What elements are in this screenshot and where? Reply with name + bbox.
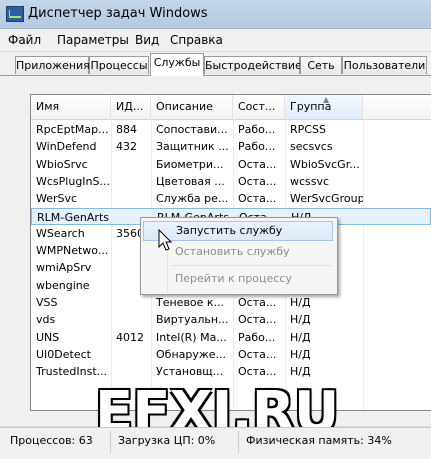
cell-group: Н/Д [290,365,311,379]
cell-state: Оста... [238,157,277,171]
cell-group: WbioSvcGr... [290,157,360,171]
cell-name: vds [36,313,56,327]
menu-bar: Файл Параметры Вид Справка [0,29,431,52]
cell-state: Оста... [238,174,277,188]
cell-state: Рабо... [238,123,276,136]
cell-pid [111,346,151,363]
cell-state: Рабо... [238,330,276,344]
status-divider [238,431,239,453]
tab-applications[interactable]: Приложения [15,56,90,74]
cell-desc: Защитник ... [156,140,229,154]
cell-pid [111,294,151,311]
cell-name: UNS [36,330,60,344]
cell-group: Н/Д [290,347,311,361]
cell-name: wbengine [36,278,90,292]
column-header: Имя ИД... Описание Сост... Группа ▲ [31,95,431,120]
window-title: Диспетчер задач Windows [28,6,208,21]
table-row[interactable]: VSS Теневое к... Оста... Н/Д [31,294,431,311]
cell-state: Оста... [238,192,277,206]
cell-group: WerSvcGroup [290,192,363,206]
cell-name: RpcEptMap... [36,123,109,136]
cell-desc: Биометри... [156,157,224,171]
table-row[interactable]: TrustedInst... Установщ... Оста... Н/Д [31,363,431,380]
cell-state: Оста... [238,313,277,327]
menu-options[interactable]: Параметры [57,33,129,47]
cell-group: secsvcs [290,140,333,154]
column-state[interactable]: Сост... [233,95,285,119]
cell-name: RLM-GenArts [37,210,109,224]
table-row[interactable]: WinDefend 432 Защитник ... Рабо... secsvcs [31,138,431,155]
table-row[interactable]: UNS 4012 Intel(R) Ma... Рабо... Н/Д [31,329,431,346]
status-divider [110,431,111,453]
cell-desc: Обнаруже... [156,347,227,361]
column-group[interactable]: Группа ▲ [285,95,363,119]
status-processes: Процессов: 63 [10,434,93,447]
tab-strip: Приложения Процессы Службы Быстродействи… [0,52,431,76]
cell-pid [111,311,151,328]
tab-processes[interactable]: Процессы [89,56,149,74]
cell-desc: Установщ... [156,365,224,379]
cell-pid [111,363,151,380]
tab-users[interactable]: Пользователи [342,56,427,74]
table-row[interactable]: WcsPlugInS... Цветовая ... Оста... wcssvc [31,173,431,190]
sort-ascending-icon: ▲ [323,95,330,104]
cell-pid: 432 [116,140,137,154]
cell-state: Оста... [238,347,277,361]
cell-state: Оста... [238,365,277,379]
title-bar: Диспетчер задач Windows [0,0,431,29]
cell-name: TrustedInst... [36,365,108,379]
column-pid[interactable]: ИД... [111,95,151,119]
cell-name: WcsPlugInS... [36,174,110,188]
cell-name: WSearch [36,226,85,240]
cell-pid [111,173,151,190]
mouse-cursor-icon [158,229,173,251]
cell-name: WMPNetwo... [36,244,109,258]
cell-state: Рабо... [238,140,276,154]
menu-file[interactable]: Файл [8,33,41,47]
cell-pid: 884 [116,123,137,136]
table-row[interactable]: RpcEptMap... 884 Сопостави... Рабо... RPCSS [31,121,431,138]
menu-item-go-to-process[interactable]: Перейти к процессу [143,269,333,289]
tab-performance[interactable]: Быстродействие [204,56,302,74]
cell-group: Н/Д [290,330,311,344]
cell-name: VSS [36,296,58,309]
tab-network[interactable]: Сеть [300,56,342,74]
column-name[interactable]: Имя [31,95,111,119]
cell-pid [111,190,151,207]
cell-group: Н/Д [290,313,311,327]
table-row[interactable]: UI0Detect Обнаруже... Оста... Н/Д [31,346,431,363]
task-manager-icon [6,6,24,22]
column-description[interactable]: Описание [151,95,233,119]
table-row[interactable]: WerSvc Служба ре... Оста... WerSvcGroup [31,190,431,207]
cell-pid [111,156,151,173]
cell-group: RPCSS [290,123,326,136]
tab-services[interactable]: Службы [150,53,204,76]
table-row[interactable]: vds Виртуальн... Оста... Н/Д [31,311,431,328]
status-memory: Физическая память: 34% [246,434,392,447]
cell-name: wmiApSrv [36,261,92,275]
menu-separator [171,265,331,266]
cell-desc: Цветовая ... [156,174,225,188]
cell-name: UI0Detect [36,347,91,361]
cell-group: Н/Д [290,296,311,309]
cell-group: wcssvc [290,174,330,188]
menu-help[interactable]: Справка [170,33,223,47]
cell-name: WinDefend [36,140,97,154]
table-row[interactable]: WbioSrvc Биометри... Оста... WbioSvcGr... [31,156,431,173]
status-bar: Процессов: 63 Загрузка ЦП: 0% Физическая… [0,427,431,459]
menu-view[interactable]: Вид [135,33,159,47]
cell-name: WbioSrvc [36,157,88,171]
cell-desc: Intel(R) Ma... [156,330,227,344]
cell-state: Оста... [238,296,277,309]
cell-desc: Служба ре... [156,192,229,206]
status-cpu: Загрузка ЦП: 0% [118,434,216,447]
cell-desc: Сопостави... [156,123,228,136]
cell-name: WerSvc [36,192,78,206]
cell-desc: Теневое к... [156,296,225,309]
cell-pid: 4012 [116,330,144,344]
cell-desc: Виртуальн... [156,313,229,327]
